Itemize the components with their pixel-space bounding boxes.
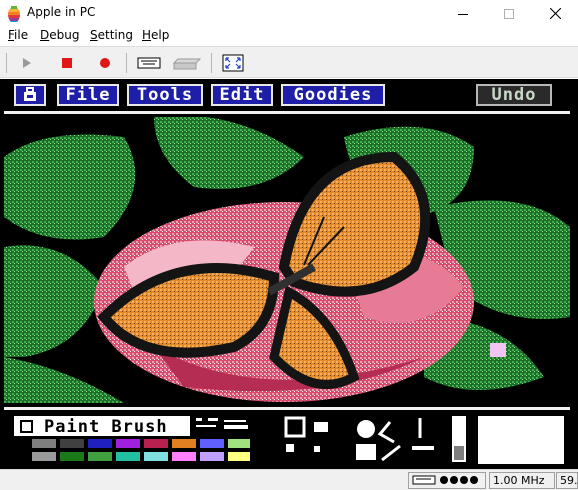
draw-tools[interactable] xyxy=(350,416,442,462)
shape-tool-icons xyxy=(284,416,328,452)
cpu-speed: 1.00 MHz xyxy=(489,472,555,489)
emulator-screen[interactable]: File Tools Edit Goodies Undo Paint Brush xyxy=(0,79,578,469)
current-tool-box[interactable]: Paint Brush xyxy=(14,416,190,437)
menu-file[interactable]: File xyxy=(8,28,28,42)
palette-swatch[interactable] xyxy=(144,439,168,448)
play-icon xyxy=(23,58,31,68)
menu-setting[interactable]: Setting xyxy=(90,28,133,42)
maximize-icon xyxy=(504,8,514,19)
palette-swatch[interactable] xyxy=(32,452,56,461)
stop-icon xyxy=(62,58,72,68)
toolbar-separator xyxy=(6,53,7,73)
color-preview-box[interactable] xyxy=(478,416,564,464)
palette-swatch[interactable] xyxy=(200,452,224,461)
maximize-button[interactable] xyxy=(486,0,532,27)
menu-help[interactable]: Help xyxy=(142,28,169,42)
paint-undo-label: Undo xyxy=(491,84,537,105)
fill-level-bar[interactable] xyxy=(452,416,466,462)
disk-activity-icon xyxy=(412,475,478,485)
palette-swatch[interactable] xyxy=(144,452,168,461)
menu-setting-label: etting xyxy=(97,28,133,42)
brush-shape-icons xyxy=(196,418,248,429)
disk-drive-button[interactable] xyxy=(172,52,202,74)
palette-swatch[interactable] xyxy=(200,439,224,448)
close-button[interactable] xyxy=(532,0,578,27)
minimize-button[interactable] xyxy=(440,0,486,27)
current-tool-label: Paint Brush xyxy=(44,417,168,437)
keyboard-icon xyxy=(137,57,161,69)
paint-menu-edit-label: Edit xyxy=(219,84,265,105)
status-bar: 1.00 MHz 59.9 xyxy=(0,469,578,490)
paint-menu-goodies-label: Goodies xyxy=(293,84,373,105)
disk-activity-cell xyxy=(408,472,486,489)
palette-swatch[interactable] xyxy=(172,439,196,448)
menu-help-label: elp xyxy=(151,28,170,42)
menu-debug-accel: D xyxy=(40,28,50,42)
canvas-cursor xyxy=(490,343,506,357)
fullscreen-icon xyxy=(222,54,244,72)
palette-swatch[interactable] xyxy=(60,452,84,461)
palette-swatch[interactable] xyxy=(116,452,140,461)
color-palette[interactable] xyxy=(14,439,254,465)
apple-menu-icon xyxy=(24,87,36,101)
record-button[interactable] xyxy=(94,52,116,74)
paint-undo-button[interactable]: Undo xyxy=(476,84,552,106)
window-title: Apple in PC xyxy=(27,5,96,19)
palette-swatch[interactable] xyxy=(88,452,112,461)
palette-swatch[interactable] xyxy=(116,439,140,448)
stop-button[interactable] xyxy=(56,52,78,74)
palette-swatch[interactable] xyxy=(60,439,84,448)
menu-file-label: ile xyxy=(14,28,29,42)
palette-swatch[interactable] xyxy=(88,439,112,448)
brush-shapes[interactable] xyxy=(194,416,254,438)
menu-divider xyxy=(4,111,570,114)
menu-debug[interactable]: Debug xyxy=(40,28,79,42)
apple-menu-button[interactable] xyxy=(14,84,46,106)
title-bar[interactable]: Apple in PC xyxy=(0,0,578,27)
shape-tools[interactable] xyxy=(284,416,340,462)
keyboard-button[interactable] xyxy=(136,52,162,74)
palette-swatch[interactable] xyxy=(228,439,250,448)
minimize-icon xyxy=(458,13,468,15)
menu-bar: File Debug Setting Help xyxy=(0,27,578,46)
toolbar xyxy=(0,46,578,78)
palette-divider xyxy=(4,407,570,410)
toolbar-separator xyxy=(126,53,127,73)
paint-menu-tools-label: Tools xyxy=(136,84,194,105)
fullscreen-button[interactable] xyxy=(222,52,244,74)
tool-checkbox[interactable] xyxy=(20,420,33,433)
frame-rate: 59.9 xyxy=(556,472,578,489)
paint-menu-tools[interactable]: Tools xyxy=(127,84,203,106)
fill-level-marker xyxy=(454,446,464,460)
disk-drive-icon xyxy=(173,58,201,70)
run-button[interactable] xyxy=(16,52,38,74)
app-logo-icon xyxy=(6,5,22,22)
palette-swatch[interactable] xyxy=(32,439,56,448)
record-icon xyxy=(100,58,110,68)
close-icon xyxy=(549,8,561,19)
canvas-picture[interactable] xyxy=(4,117,570,403)
paint-menu-goodies[interactable]: Goodies xyxy=(281,84,385,106)
menu-setting-accel: S xyxy=(90,28,98,42)
draw-tool-icons xyxy=(356,418,434,462)
toolbar-separator xyxy=(211,53,212,73)
menu-help-accel: H xyxy=(142,28,152,42)
palette-swatch[interactable] xyxy=(172,452,196,461)
palette-swatch[interactable] xyxy=(228,452,250,461)
paint-menu-file[interactable]: File xyxy=(57,84,119,106)
paint-menu-edit[interactable]: Edit xyxy=(211,84,273,106)
menu-debug-label: ebug xyxy=(49,28,80,42)
paint-menu-file-label: File xyxy=(65,84,111,105)
